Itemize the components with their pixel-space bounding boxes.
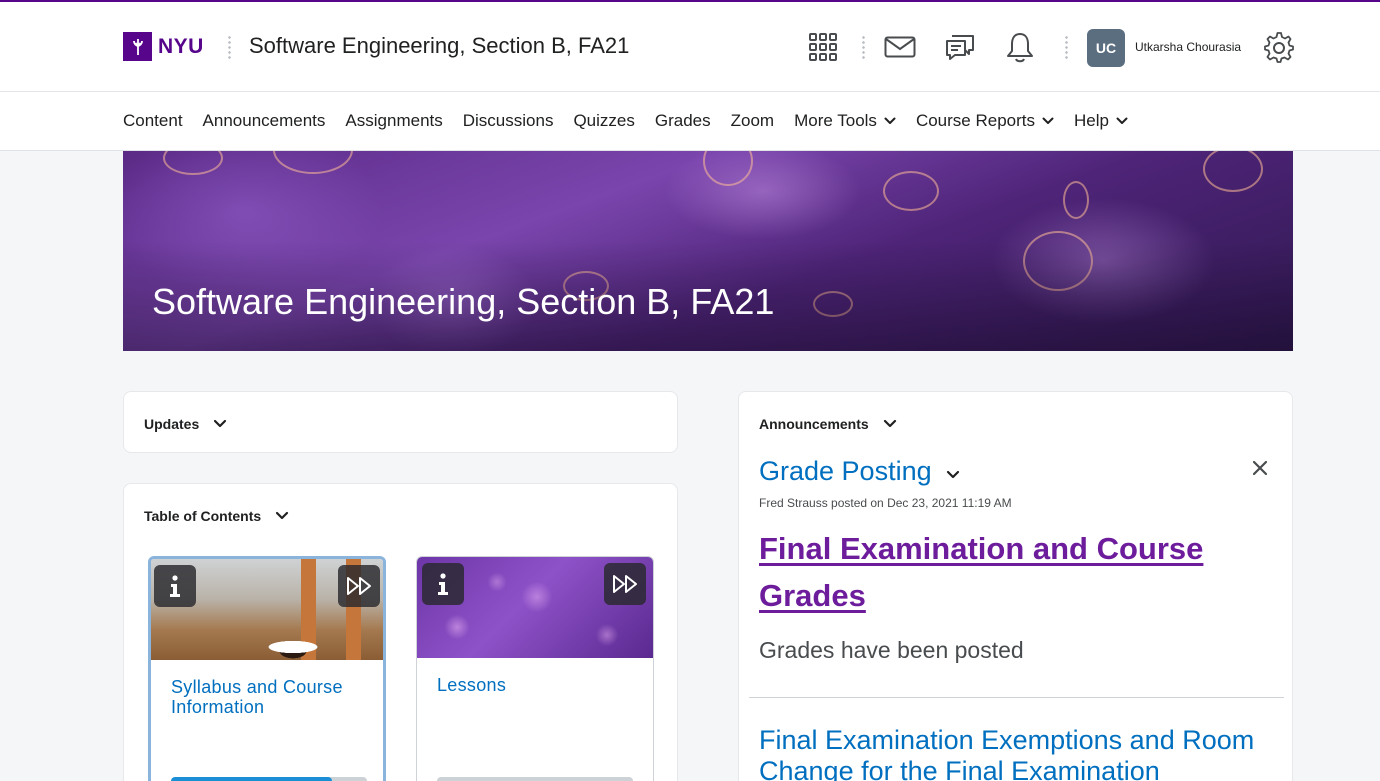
- nav-item-label: Announcements: [202, 111, 326, 130]
- close-icon[interactable]: [1250, 458, 1270, 478]
- divider: [749, 697, 1284, 698]
- nav-item-discussions[interactable]: Discussions: [463, 111, 554, 131]
- chevron-down-icon[interactable]: [275, 511, 289, 521]
- separator: [862, 35, 865, 61]
- course-title[interactable]: Software Engineering, Section B, FA21: [249, 33, 629, 59]
- updates-widget: Updates: [123, 391, 678, 453]
- nav-item-label: Discussions: [462, 111, 554, 130]
- chevron-down-icon[interactable]: [946, 470, 960, 480]
- torch-icon: [123, 32, 152, 61]
- fast-forward-icon[interactable]: [338, 565, 380, 607]
- nav-item-label: Assignments: [345, 111, 443, 130]
- logo-text: NYU: [158, 34, 204, 58]
- nyu-logo[interactable]: NYU: [123, 32, 204, 61]
- announcements-header[interactable]: Announcements: [759, 416, 897, 432]
- toc-tile-lessons[interactable]: Lessons: [416, 556, 654, 781]
- announcements-heading: Announcements: [759, 416, 869, 432]
- progress-bar: [437, 777, 633, 781]
- updates-header[interactable]: Updates: [144, 416, 227, 432]
- nav-item-label: Course Reports: [915, 111, 1035, 130]
- chevron-down-icon[interactable]: [883, 419, 897, 429]
- user-name[interactable]: Utkarsha Chourasia: [1135, 40, 1241, 54]
- course-banner: Software Engineering, Section B, FA21: [123, 151, 1293, 351]
- course-nav-list: Content Announcements Assignments Discussio…: [123, 111, 1148, 131]
- nav-item-announcements[interactable]: Announcements: [203, 111, 326, 131]
- nav-item-label: Help: [1074, 111, 1109, 130]
- tile-title[interactable]: Lessons: [437, 675, 637, 695]
- nav-item-content[interactable]: Content: [123, 111, 183, 131]
- progress-bar: [171, 777, 367, 781]
- progress-fill: [171, 777, 332, 781]
- nav-item-label: Quizzes: [573, 111, 635, 130]
- separator: [228, 35, 231, 61]
- avatar[interactable]: UC: [1087, 29, 1125, 67]
- chevron-down-icon[interactable]: [213, 419, 227, 429]
- nav-item-grades[interactable]: Grades: [655, 111, 711, 131]
- nav-item-assignments[interactable]: Assignments: [345, 111, 442, 131]
- course-nav-bar: Content Announcements Assignments Discussio…: [0, 92, 1380, 151]
- nav-item-label: More Tools: [794, 111, 877, 130]
- nav-item-quizzes[interactable]: Quizzes: [573, 111, 634, 131]
- announcement-title[interactable]: Grade Posting: [759, 456, 960, 487]
- announcement-link[interactable]: Final Examination and Course Grades: [759, 525, 1239, 619]
- fast-forward-icon[interactable]: [604, 563, 646, 605]
- nav-item-course-reports[interactable]: Course Reports: [916, 111, 1054, 131]
- nav-item-label: Zoom: [730, 111, 775, 130]
- tile-title[interactable]: Syllabus and Course Information: [171, 677, 371, 717]
- nav-item-zoom[interactable]: Zoom: [731, 111, 774, 131]
- toc-tile-syllabus[interactable]: Syllabus and Course Information: [148, 556, 386, 781]
- nav-item-label: Grades: [654, 111, 711, 130]
- announcement-next-title[interactable]: Final Examination Exemptions and Room Ch…: [759, 725, 1279, 781]
- info-icon[interactable]: [422, 563, 464, 605]
- table-of-contents-widget: Table of Contents Syllabus and Course In…: [123, 483, 678, 781]
- announcement-meta: Fred Strauss posted on Dec 23, 2021 11:1…: [759, 496, 1012, 510]
- waffle-grid-icon[interactable]: [805, 29, 841, 65]
- nav-item-label: Content: [123, 111, 183, 130]
- top-bar: NYU Software Engineering, Section B, FA2…: [0, 0, 1380, 92]
- toc-heading: Table of Contents: [144, 508, 262, 524]
- announcement-body: Grades have been posted: [759, 637, 1024, 663]
- separator: [1065, 35, 1068, 61]
- announcement-title-text: Grade Posting: [759, 456, 932, 486]
- mail-icon[interactable]: [882, 29, 918, 65]
- info-icon[interactable]: [154, 565, 196, 607]
- banner-title: Software Engineering, Section B, FA21: [152, 281, 775, 322]
- gear-icon[interactable]: [1260, 29, 1296, 65]
- chevron-down-icon: [1042, 117, 1054, 124]
- nav-item-help[interactable]: Help: [1074, 111, 1128, 131]
- chat-icon[interactable]: [942, 29, 978, 65]
- bell-icon[interactable]: [1002, 29, 1038, 65]
- nav-item-more-tools[interactable]: More Tools: [794, 111, 896, 131]
- updates-heading: Updates: [144, 416, 200, 432]
- chevron-down-icon: [1116, 117, 1128, 124]
- toc-header[interactable]: Table of Contents: [144, 508, 289, 524]
- announcements-widget: Announcements Grade Posting Fred Strauss…: [738, 391, 1293, 781]
- chevron-down-icon: [884, 117, 896, 124]
